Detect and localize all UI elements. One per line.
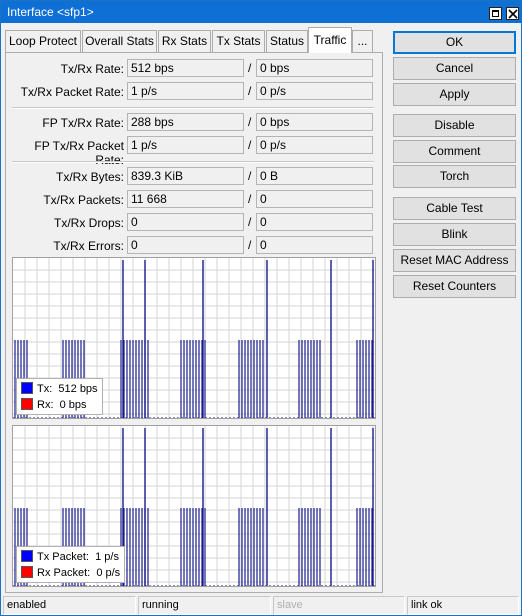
separator-slash: /: [248, 115, 252, 129]
tx-rx-bytes-label: Tx/Rx Bytes:: [55, 170, 124, 184]
tab-traffic[interactable]: Traffic: [308, 27, 352, 53]
traffic-graph: Tx: 512 bps Rx: 0 bps: [12, 257, 376, 419]
interface-window: Interface <sfp1> Loop Protect Overall St…: [0, 0, 522, 616]
packets-graph-legend: Tx Packet: 1 p/s Rx Packet: 0 p/s: [16, 546, 126, 583]
legend-tx-packet-label: Tx Packet:: [37, 551, 89, 563]
separator-slash: /: [248, 215, 252, 229]
legend-rx-packet: Rx Packet: 0 p/s: [21, 565, 120, 581]
fp-tx-rx-rate-label: FP Tx/Rx Rate:: [42, 116, 124, 130]
separator-slash: /: [248, 84, 252, 98]
fp-tx-packet-rate-field: 1 p/s: [127, 136, 244, 154]
status-enabled: enabled: [3, 596, 136, 615]
legend-tx-value: 512 bps: [58, 383, 98, 395]
tx-bytes-field: 839.3 KiB: [127, 167, 244, 185]
legend-rx: Rx: 0 bps: [21, 397, 98, 413]
legend-rx-packet-value: 0 p/s: [96, 567, 121, 579]
tx-rx-drops-label: Tx/Rx Drops:: [53, 216, 124, 230]
tx-packets-field: 11 668: [127, 190, 244, 208]
traffic-graph-legend: Tx: 512 bps Rx: 0 bps: [16, 378, 103, 415]
tx-rx-errors-label: Tx/Rx Errors:: [53, 239, 124, 253]
separator-slash: /: [248, 61, 252, 75]
tab-rx-stats[interactable]: Rx Stats: [158, 30, 211, 52]
tx-rx-packet-rate-label: Tx/Rx Packet Rate:: [20, 85, 124, 99]
rx-packet-rate-field: 0 p/s: [256, 82, 373, 100]
rx-bytes-field: 0 B: [256, 167, 373, 185]
status-slave: slave: [273, 596, 405, 615]
ok-button[interactable]: OK: [393, 31, 516, 54]
packets-graph: Tx Packet: 1 p/s Rx Packet: 0 p/s: [12, 425, 376, 587]
separator-slash: /: [248, 192, 252, 206]
legend-rx-value: 0 bps: [59, 399, 87, 411]
tab-tx-stats[interactable]: Tx Stats: [212, 30, 265, 52]
blink-button[interactable]: Blink: [393, 223, 516, 246]
separator-slash: /: [248, 169, 252, 183]
separator-slash: /: [248, 138, 252, 152]
legend-tx-packet-value: 1 p/s: [95, 551, 119, 563]
rx-packets-field: 0: [256, 190, 373, 208]
tx-color-swatch: [21, 382, 33, 394]
legend-rx-label: Rx:: [37, 399, 54, 411]
fp-rx-rate-field: 0 bps: [256, 113, 373, 131]
rx-packet-color-swatch: [21, 566, 33, 578]
cable-test-button[interactable]: Cable Test: [393, 197, 516, 220]
status-bar: enabled running slave link ok: [1, 596, 521, 615]
comment-button[interactable]: Comment: [393, 140, 516, 163]
tx-errors-field: 0: [127, 236, 244, 254]
tab-overall-stats[interactable]: Overall Stats: [82, 30, 157, 52]
close-icon[interactable]: [506, 7, 519, 20]
tx-rx-packets-label: Tx/Rx Packets:: [43, 193, 124, 207]
tx-packet-color-swatch: [21, 550, 33, 562]
tx-rate-field: 512 bps: [127, 59, 244, 77]
tab-status[interactable]: Status: [266, 30, 308, 52]
legend-tx-packet: Tx Packet: 1 p/s: [21, 549, 120, 565]
section-divider: [12, 107, 374, 109]
title-bar[interactable]: Interface <sfp1>: [1, 1, 521, 23]
tab-more[interactable]: ...: [352, 30, 373, 52]
fp-tx-rate-field: 288 bps: [127, 113, 244, 131]
tx-rx-rate-label: Tx/Rx Rate:: [60, 62, 124, 76]
window-title: Interface <sfp1>: [7, 5, 94, 19]
rx-drops-field: 0: [256, 213, 373, 231]
tx-drops-field: 0: [127, 213, 244, 231]
traffic-panel: Tx/Rx Rate: 512 bps / 0 bps Tx/Rx Packet…: [5, 52, 383, 593]
disable-button[interactable]: Disable: [393, 114, 516, 137]
fp-rx-packet-rate-field: 0 p/s: [256, 136, 373, 154]
cancel-button[interactable]: Cancel: [393, 57, 516, 80]
apply-button[interactable]: Apply: [393, 83, 516, 106]
reset-counters-button[interactable]: Reset Counters: [393, 275, 516, 298]
section-divider: [12, 161, 374, 163]
torch-button[interactable]: Torch: [393, 165, 516, 188]
rx-color-swatch: [21, 398, 33, 410]
legend-tx-label: Tx:: [37, 383, 53, 395]
reset-mac-address-button[interactable]: Reset MAC Address: [393, 249, 516, 272]
status-running: running: [138, 596, 271, 615]
restore-icon[interactable]: [489, 7, 502, 20]
rx-rate-field: 0 bps: [256, 59, 373, 77]
legend-tx: Tx: 512 bps: [21, 381, 98, 397]
tab-loop-protect[interactable]: Loop Protect: [5, 30, 81, 52]
legend-rx-packet-label: Rx Packet:: [37, 567, 91, 579]
separator-slash: /: [248, 238, 252, 252]
rx-errors-field: 0: [256, 236, 373, 254]
status-link: link ok: [407, 596, 519, 615]
tx-packet-rate-field: 1 p/s: [127, 82, 244, 100]
